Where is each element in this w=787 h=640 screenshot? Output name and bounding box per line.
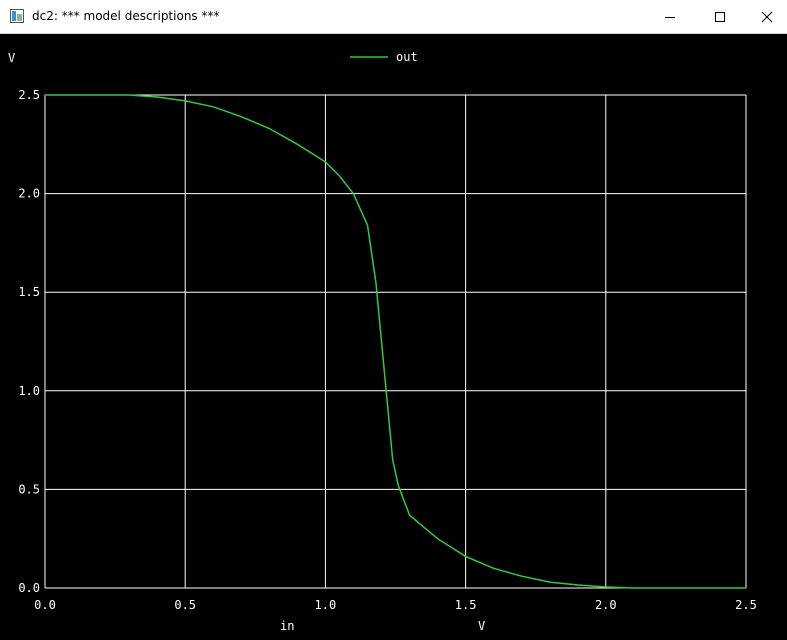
dc-sweep-chart: 0.0 0.5 1.0 1.5 2.0 2.5 0.00.51.01.52.02.5 V … (8, 50, 757, 633)
y-tick-labels: 0.0 0.5 1.0 1.5 2.0 2.5 (18, 88, 40, 595)
maximize-icon (715, 11, 725, 22)
plot-window: dc2: *** model descriptions *** 0.0 0.5 1.… (0, 0, 787, 636)
plot-area[interactable]: 0.0 0.5 1.0 1.5 2.0 2.5 0.0 0.5 1.0 1.5 2.0 2.5 V … (0, 34, 787, 636)
x-tick-label: 0.5 (174, 598, 196, 612)
maximize-button[interactable] (697, 0, 743, 33)
x-axis-label: in (280, 619, 294, 633)
title-bar[interactable]: dc2: *** model descriptions *** (0, 0, 787, 34)
y-tick-label: 1.0 (18, 384, 40, 398)
x-tick-label: 2.0 (595, 598, 617, 612)
y-tick-label: 2.5 (18, 88, 40, 102)
minimize-button[interactable] (647, 0, 693, 33)
y-tick-label: 1.5 (18, 285, 40, 299)
minimize-icon (665, 16, 675, 18)
grid (44, 94, 747, 589)
y-tick-label: 0.0 (18, 581, 40, 595)
series-line-out (45, 94, 746, 589)
x-tick-labels: 0.0 0.5 1.0 1.5 2.0 2.5 (34, 598, 757, 612)
plot-window-icon (10, 9, 24, 23)
legend: out (350, 50, 418, 64)
window-title: dc2: *** model descriptions *** (32, 9, 220, 23)
close-button[interactable] (744, 0, 787, 33)
y-tick-label: 2.0 (18, 187, 40, 201)
legend-label-out: out (396, 50, 418, 64)
x-tick-label: 0.0 (34, 598, 56, 612)
y-tick-label: 0.5 (18, 482, 40, 496)
x-tick-label: 1.5 (455, 598, 477, 612)
close-icon (761, 11, 773, 22)
x-tick-label: 2.5 (735, 598, 757, 612)
x-axis-unit: V (478, 619, 485, 633)
x-tick-label: 1.0 (315, 598, 337, 612)
series-layer (45, 94, 746, 589)
y-axis-unit: V (8, 51, 15, 65)
